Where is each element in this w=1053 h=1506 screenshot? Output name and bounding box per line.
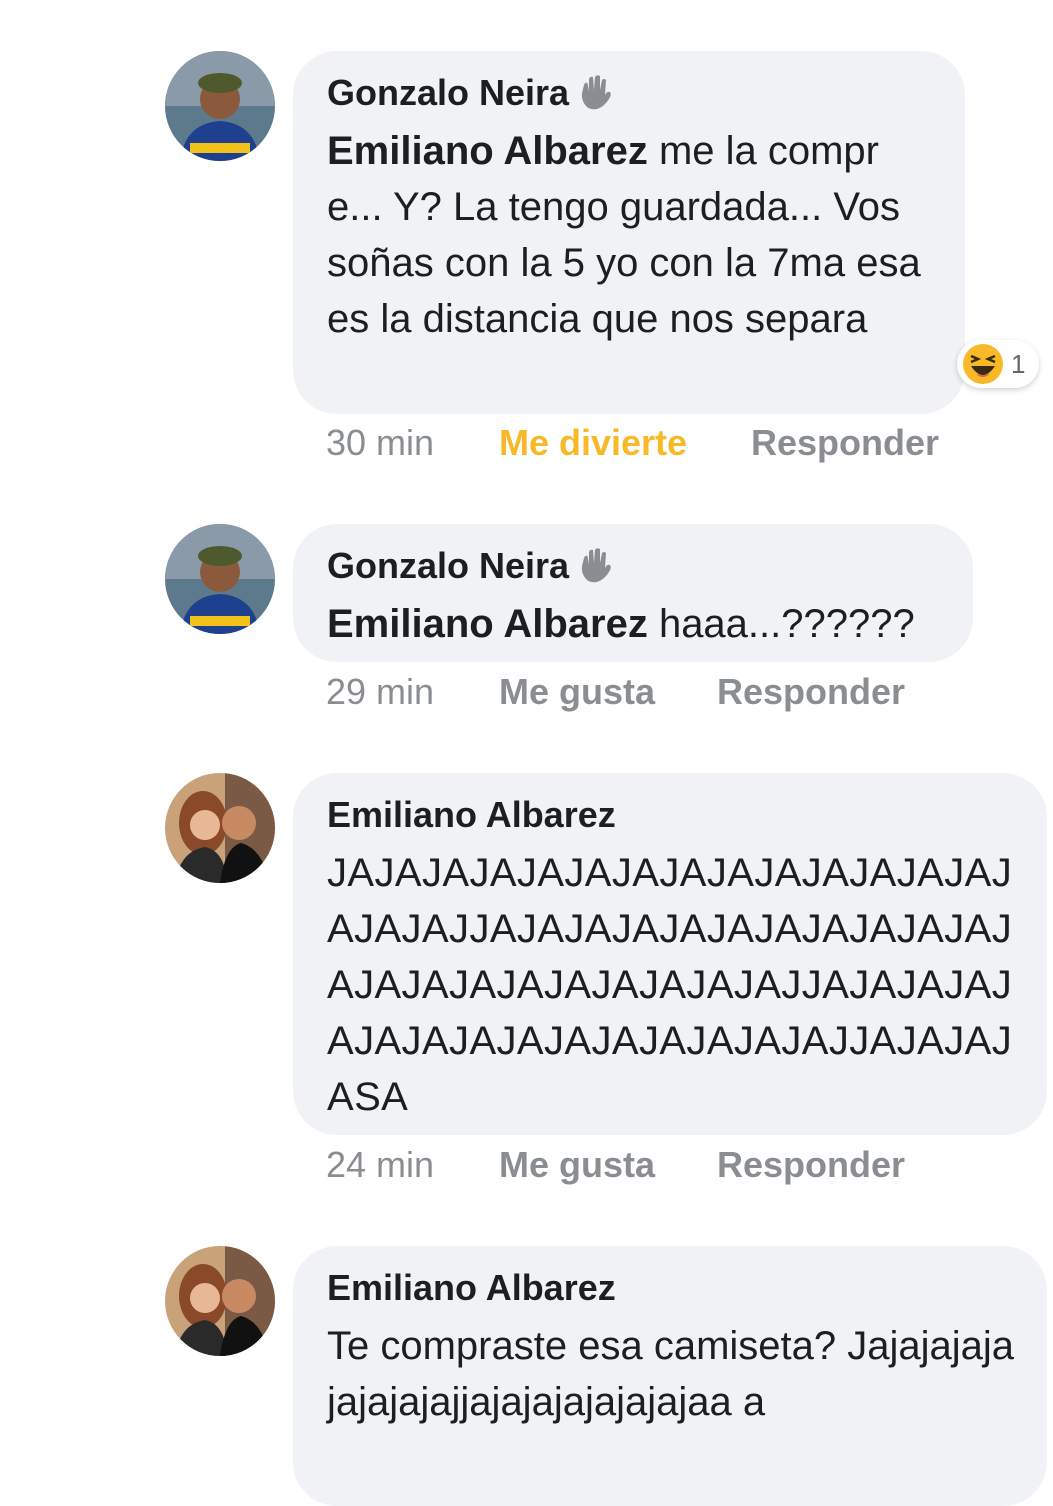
comment-bubble[interactable]: Gonzalo Neira Emiliano Albarez haaa...??… — [293, 524, 973, 662]
reaction-count: 1 — [1011, 348, 1026, 379]
like-button[interactable]: Me gusta — [499, 671, 655, 713]
comment-author[interactable]: Emiliano Albarez — [327, 1266, 1013, 1310]
comment-text: Te compraste esa camiseta? Jajajajajajaj… — [327, 1324, 1015, 1424]
waving-hand-icon — [581, 75, 611, 110]
mention-link[interactable]: Emiliano Albarez — [327, 129, 648, 173]
laughing-emoji-icon — [963, 344, 1003, 384]
avatar[interactable] — [165, 773, 275, 883]
reply-button[interactable]: Responder — [717, 1144, 905, 1186]
reply-button[interactable]: Responder — [717, 671, 905, 713]
waving-hand-icon — [581, 548, 611, 583]
comment-text: JAJAJAJAJAJAJAJAJAJAJAJAJAJAJAJAJAJJAJAJ… — [327, 851, 1013, 1119]
comment-text: Emiliano Albarez haaa...?????? — [327, 602, 915, 646]
comment-time: 30 min — [326, 422, 435, 463]
avatar[interactable] — [165, 524, 275, 634]
mention-link[interactable]: Emiliano Albarez — [327, 602, 648, 646]
avatar[interactable] — [165, 51, 275, 161]
reply-button[interactable]: Responder — [751, 422, 939, 464]
reaction-button[interactable]: Me divierte — [499, 422, 687, 464]
comment-author[interactable]: Gonzalo Neira — [327, 71, 931, 115]
comment-author[interactable]: Emiliano Albarez — [327, 793, 1013, 837]
comment-text: Emiliano Albarez me la compre... Y? La t… — [327, 129, 921, 341]
avatar[interactable] — [165, 1246, 275, 1356]
comment-bubble[interactable]: Emiliano Albarez JAJAJAJAJAJAJAJAJAJAJAJ… — [293, 773, 1047, 1135]
like-button[interactable]: Me gusta — [499, 1144, 655, 1186]
comment-time: 29 min — [326, 671, 435, 712]
comment-time: 24 min — [326, 1144, 435, 1185]
comment-author[interactable]: Gonzalo Neira — [327, 544, 939, 588]
comment-bubble[interactable]: Emiliano Albarez Te compraste esa camise… — [293, 1246, 1047, 1506]
reaction-summary[interactable]: 1 — [957, 340, 1039, 388]
comment-bubble[interactable]: Gonzalo Neira Emiliano Albarez me la com… — [293, 51, 965, 414]
